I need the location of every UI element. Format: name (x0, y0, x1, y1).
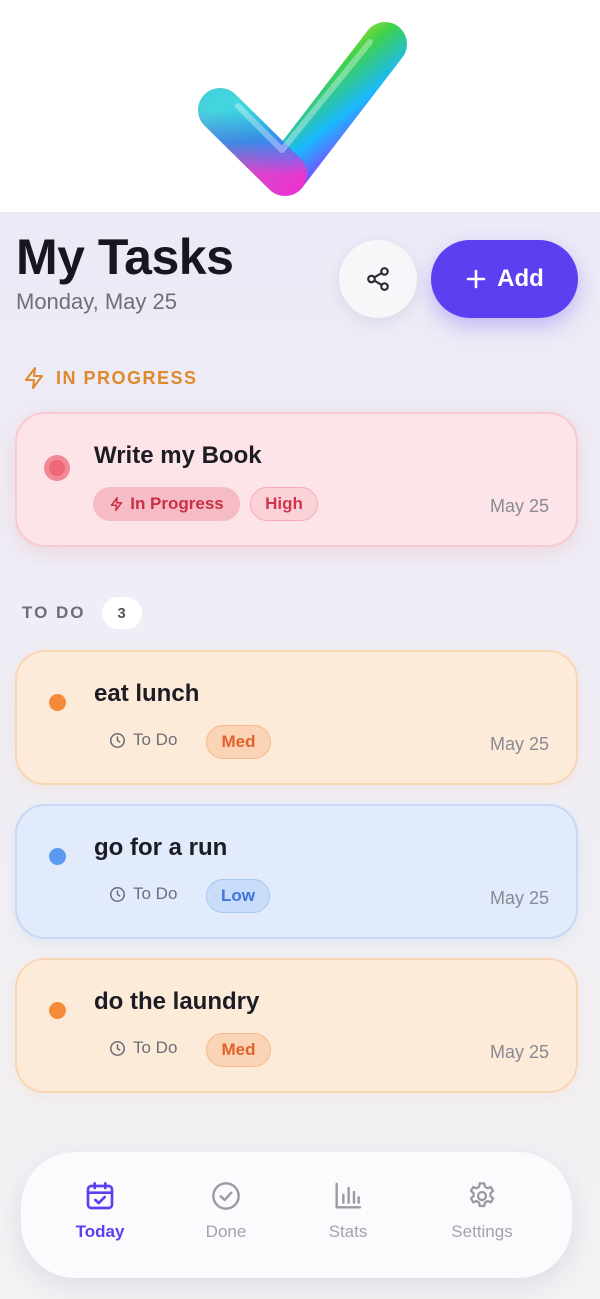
nav-label-stats: Stats (328, 1222, 368, 1241)
add-button-label: Add (497, 265, 544, 292)
nav-item-stats[interactable]: Stats (315, 1180, 381, 1242)
status-text: To Do (133, 884, 178, 903)
plus-icon (466, 269, 486, 289)
lightning-icon (110, 497, 123, 511)
priority-badge: High (250, 487, 318, 521)
section-label-in-progress: IN PROGRESS (56, 367, 198, 388)
status-text: To Do (133, 1038, 178, 1057)
task-card[interactable]: eat lunch To Do Med May 25 (15, 650, 578, 785)
task-title: go for a run (94, 834, 228, 861)
priority-badge: Low (206, 879, 270, 913)
task-status-dot (44, 455, 70, 481)
nav-label-done: Done (205, 1222, 247, 1241)
nav-item-done[interactable]: Done (193, 1180, 259, 1242)
status-text: To Do (133, 730, 178, 749)
nav-label-settings: Settings (451, 1222, 513, 1241)
check-circle-icon (212, 1182, 240, 1210)
clock-icon (109, 1040, 126, 1056)
task-date: May 25 (489, 1042, 549, 1062)
bottom-nav: Today Done Stats Settings (21, 1152, 572, 1278)
gear-icon (469, 1182, 495, 1208)
task-title: Write my Book (94, 442, 262, 469)
clock-icon (109, 886, 126, 902)
task-card[interactable]: do the laundry To Do Med May 25 (15, 958, 578, 1093)
task-date: May 25 (489, 734, 549, 754)
logo-area (0, 0, 600, 212)
task-status-dot (49, 1002, 66, 1019)
task-status-dot (49, 694, 66, 711)
section-header-todo: TO DO 3 (22, 597, 142, 629)
status-label: To Do (109, 730, 177, 750)
current-date: Monday, May 25 (16, 289, 178, 314)
status-badge-label: In Progress (130, 494, 224, 513)
page-title: My Tasks (16, 229, 234, 285)
status-label: To Do (109, 884, 177, 904)
priority-badge: Med (206, 725, 271, 759)
calendar-check-icon (86, 1182, 114, 1210)
status-label: To Do (109, 1038, 177, 1058)
section-label-todo: TO DO (22, 603, 86, 622)
nav-item-today[interactable]: Today (67, 1180, 133, 1242)
add-task-button[interactable]: Add (431, 240, 578, 318)
task-title: eat lunch (94, 680, 200, 707)
share-button[interactable] (339, 240, 417, 318)
task-card[interactable]: Write my Book In Progress High May 25 (15, 412, 578, 547)
task-title: do the laundry (94, 988, 260, 1015)
section-header-in-progress: IN PROGRESS (22, 365, 198, 391)
status-badge: In Progress (93, 487, 240, 521)
clock-icon (109, 732, 126, 748)
todo-count-badge: 3 (101, 597, 142, 629)
nav-item-settings[interactable]: Settings (439, 1180, 525, 1242)
task-status-dot (49, 848, 66, 865)
task-date: May 25 (489, 496, 549, 516)
share-icon (367, 267, 389, 291)
app-screen: My Tasks Monday, May 25 Add IN PROGRESS … (0, 212, 600, 1299)
rainbow-checkmark-logo-icon (198, 22, 407, 196)
bar-chart-icon (335, 1182, 362, 1209)
lightning-icon (25, 367, 43, 389)
task-date: May 25 (489, 888, 549, 908)
nav-label-today: Today (75, 1222, 125, 1241)
priority-badge: Med (206, 1033, 271, 1067)
task-card[interactable]: go for a run To Do Low May 25 (15, 804, 578, 939)
